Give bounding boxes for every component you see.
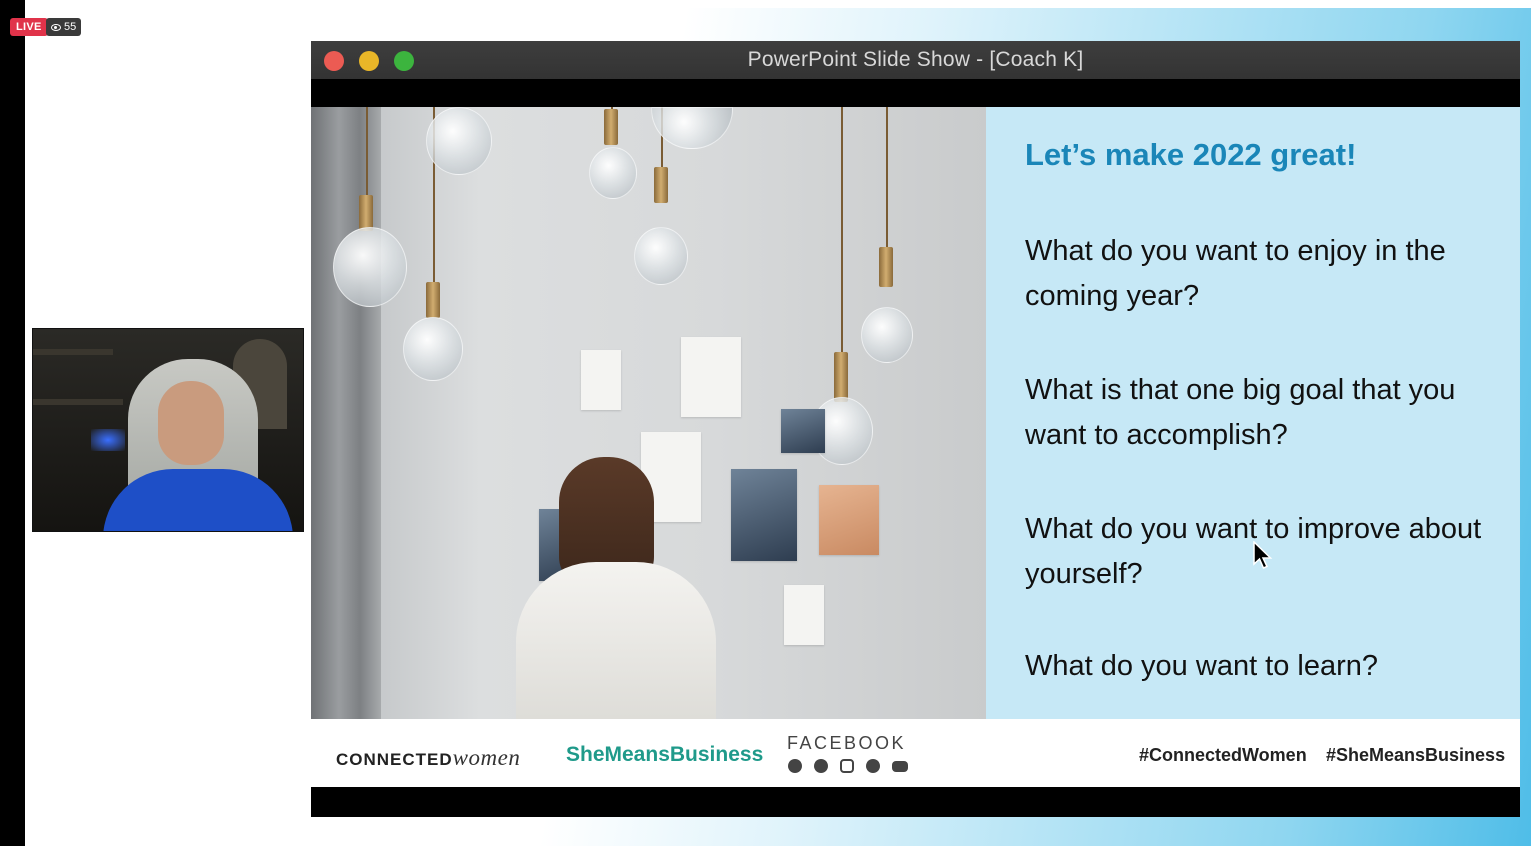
window-titlebar[interactable]: PowerPoint Slide Show - [Coach K] bbox=[311, 41, 1520, 79]
slide-question: What do you want to learn? bbox=[1025, 650, 1379, 682]
social-icons-row bbox=[788, 759, 908, 773]
light-bulb bbox=[634, 227, 688, 285]
slide-question: What is that one big goal that you want … bbox=[1025, 374, 1456, 451]
minimize-window-button[interactable] bbox=[359, 51, 379, 71]
woman-body bbox=[516, 562, 716, 719]
she-means-business-logo: SheMeansBusiness bbox=[566, 743, 764, 766]
slide-photo bbox=[311, 107, 986, 719]
logo-script-text: women bbox=[452, 745, 521, 770]
slide-footer: CONNECTEDwomen SheMeansBusiness FACEBOOK… bbox=[311, 719, 1520, 787]
lamp-socket bbox=[426, 282, 440, 318]
eye-icon bbox=[51, 23, 61, 31]
lamp-socket bbox=[879, 247, 893, 287]
viewer-count: 55 bbox=[64, 21, 77, 33]
hashtag-connected-women: #ConnectedWomen bbox=[1139, 745, 1307, 765]
presenter-webcam bbox=[32, 328, 304, 532]
slide: Let’s make 2022 great! What do you want … bbox=[311, 107, 1520, 787]
light-bulb bbox=[861, 307, 913, 363]
facebook-label: FACEBOOK bbox=[787, 733, 907, 753]
pinned-photo bbox=[581, 350, 621, 410]
instagram-icon bbox=[840, 759, 854, 773]
light-bulb bbox=[333, 227, 407, 307]
messenger-icon bbox=[814, 759, 828, 773]
light-bulb bbox=[651, 107, 733, 149]
hashtag-she-means-business: #SheMeansBusiness bbox=[1326, 745, 1506, 765]
light-bulb bbox=[403, 317, 463, 381]
maximize-window-button[interactable] bbox=[394, 51, 414, 71]
logo-main-text: CONNECTED bbox=[336, 750, 453, 769]
lamp-socket bbox=[359, 195, 373, 231]
slide-question: What do you want to enjoy in the coming … bbox=[1025, 235, 1446, 312]
viewer-count-badge: 55 bbox=[46, 18, 82, 36]
webcam-shelf bbox=[33, 349, 113, 355]
webcam-shelf bbox=[33, 399, 123, 405]
pinned-photo bbox=[784, 585, 824, 645]
left-black-bar bbox=[0, 0, 25, 846]
lamp-socket bbox=[834, 352, 848, 402]
pinned-photo bbox=[731, 469, 797, 561]
slideshow-window: PowerPoint Slide Show - [Coach K] Let’s … bbox=[311, 41, 1520, 817]
facebook-icon bbox=[788, 759, 802, 773]
presenter-face bbox=[158, 381, 224, 465]
light-bulb bbox=[589, 147, 637, 199]
light-bulb bbox=[426, 107, 492, 175]
youtube-icon bbox=[892, 761, 908, 772]
mouse-cursor-icon bbox=[1253, 541, 1273, 569]
lamp-socket bbox=[604, 109, 618, 145]
lamp-cord bbox=[366, 107, 368, 197]
webcam-blue-light bbox=[91, 429, 125, 451]
top-strip bbox=[25, 0, 1531, 8]
connected-women-logo: CONNECTEDwomen bbox=[336, 745, 520, 771]
pinned-photo bbox=[781, 409, 825, 453]
window-title: PowerPoint Slide Show - [Coach K] bbox=[747, 48, 1084, 71]
pinned-photo bbox=[819, 485, 879, 555]
lamp-cord bbox=[841, 107, 843, 352]
slide-text-panel: Let’s make 2022 great! What do you want … bbox=[986, 107, 1520, 719]
close-window-button[interactable] bbox=[324, 51, 344, 71]
pinned-photo bbox=[681, 337, 741, 417]
slide-heading: Let’s make 2022 great! bbox=[1025, 137, 1357, 172]
live-badge: LIVE bbox=[10, 18, 48, 36]
lamp-cord bbox=[886, 107, 888, 247]
lamp-socket bbox=[654, 167, 668, 203]
whatsapp-icon bbox=[866, 759, 880, 773]
